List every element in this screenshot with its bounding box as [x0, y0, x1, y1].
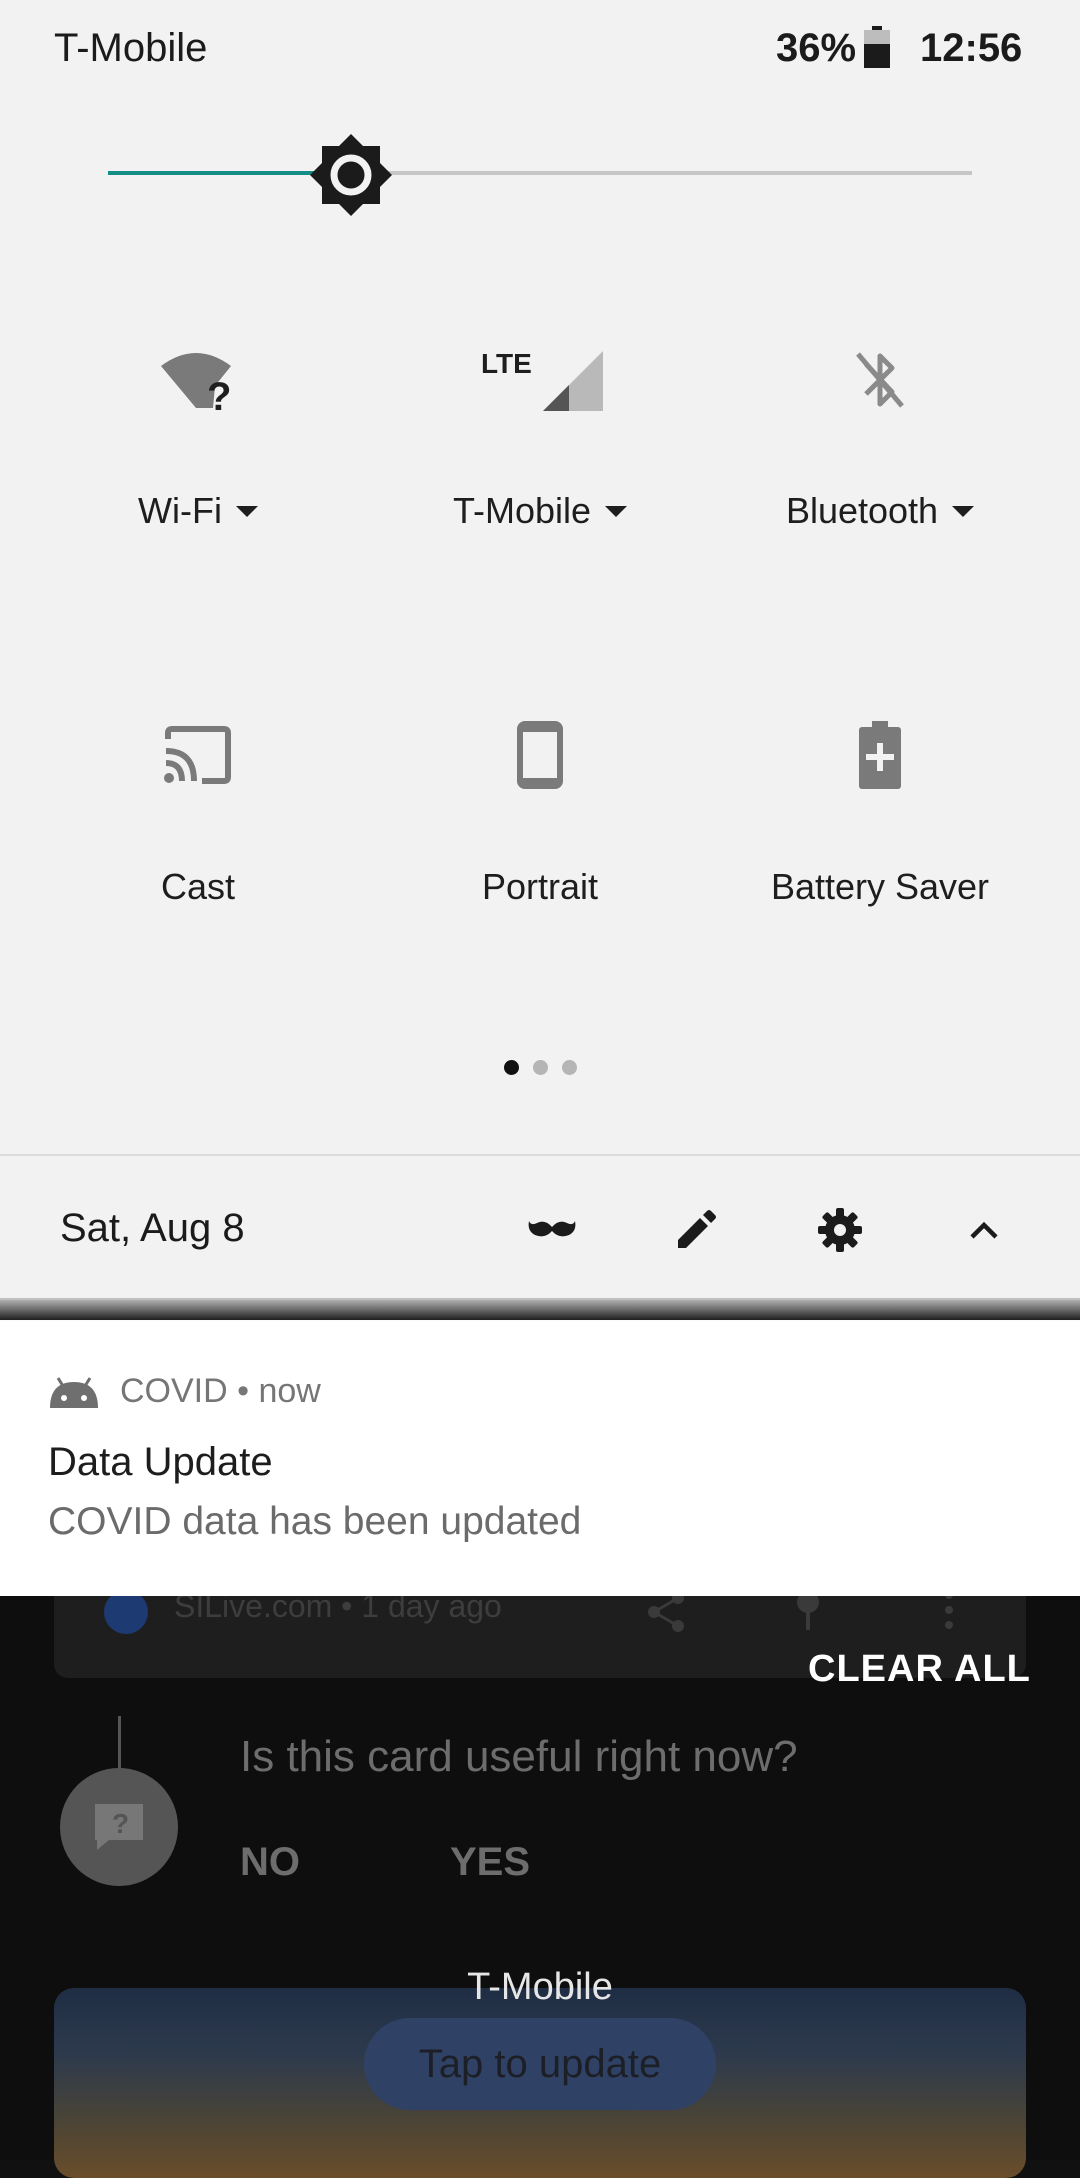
page-indicator [0, 1060, 1080, 1075]
divider [0, 1154, 1080, 1156]
tile-wifi-label[interactable]: Wi-Fi [38, 490, 358, 532]
collapse-chevron-icon[interactable] [948, 1196, 1020, 1264]
date-label[interactable]: Sat, Aug 8 [60, 1206, 245, 1251]
share-icon [644, 1590, 688, 1639]
feedback-no-button[interactable]: NO [240, 1840, 300, 1885]
feedback-connector [118, 1716, 121, 1770]
settings-gear-icon[interactable] [804, 1196, 876, 1264]
tile-rotation-label[interactable]: Portrait [380, 866, 700, 908]
battery-icon [862, 26, 892, 73]
battery-saver-icon [720, 710, 1040, 800]
notification-card[interactable]: COVID • now Data Update COVID data has b… [0, 1320, 1080, 1596]
wifi-question-icon: ? [38, 335, 358, 425]
mustache-icon[interactable] [516, 1196, 588, 1264]
more-vert-icon [944, 1590, 954, 1635]
news-source-icon [104, 1590, 148, 1634]
tile-mobile-data-text: T-Mobile [452, 490, 592, 531]
tap-to-update-button[interactable]: Tap to update [364, 2018, 716, 2110]
lte-text: LTE [481, 348, 532, 379]
tile-wifi-text: Wi-Fi [138, 490, 222, 531]
tile-cast-label[interactable]: Cast [38, 866, 358, 908]
brightness-icon[interactable] [310, 134, 392, 221]
bluetooth-off-icon [720, 335, 1040, 425]
lockscreen-carrier: T-Mobile [467, 1966, 613, 2008]
quick-settings-panel: T-Mobile 36% 12:56 ? Wi-Fi LTE T-Mobile … [0, 0, 1080, 1300]
page-dot [503, 1060, 519, 1075]
pin-icon [794, 1590, 822, 1635]
shade-shadow [0, 1298, 1080, 1322]
cast-icon [38, 710, 358, 800]
lte-signal-icon: LTE [380, 335, 700, 425]
svg-text:?: ? [207, 375, 231, 412]
feedback-question: Is this card useful right now? [240, 1732, 798, 1781]
notification-title: Data Update [48, 1440, 273, 1484]
svg-text:?: ? [112, 1808, 129, 1839]
edit-pencil-icon[interactable] [660, 1196, 732, 1264]
notification-text: COVID data has been updated [48, 1500, 582, 1543]
status-clock: 12:56 [920, 26, 1023, 70]
battery-percent: 36% [776, 26, 857, 70]
dropdown-caret-icon [952, 505, 975, 517]
tile-bluetooth-label[interactable]: Bluetooth [720, 490, 1040, 532]
notification-header: COVID • now [120, 1372, 321, 1410]
portrait-phone-icon [380, 710, 700, 800]
page-dot [532, 1060, 548, 1075]
dropdown-caret-icon [235, 505, 258, 517]
tile-mobile-data-label[interactable]: T-Mobile [380, 490, 700, 532]
status-carrier: T-Mobile [54, 26, 208, 70]
tile-bluetooth-text: Bluetooth [785, 490, 939, 531]
android-icon [48, 1376, 100, 1415]
page-dot [561, 1060, 577, 1075]
clear-all-button[interactable]: CLEAR ALL [808, 1648, 1031, 1691]
feedback-yes-button[interactable]: YES [450, 1840, 530, 1885]
feedback-question-icon: ? [60, 1768, 178, 1886]
dropdown-caret-icon [605, 505, 628, 517]
tile-battery-saver-label[interactable]: Battery Saver [720, 866, 1040, 908]
